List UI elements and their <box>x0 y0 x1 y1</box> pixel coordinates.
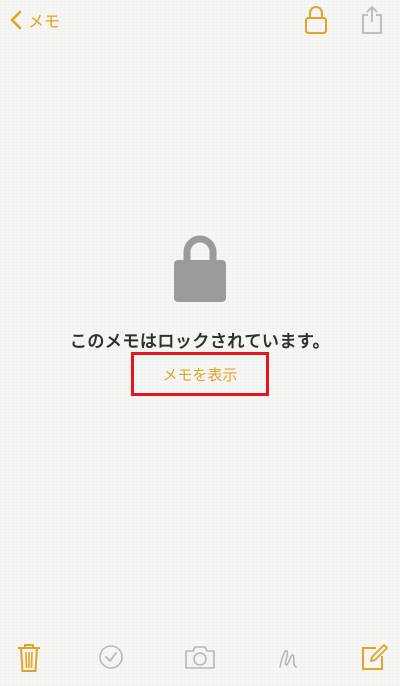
locked-message: このメモはロックされています。 <box>69 332 331 352</box>
camera-icon <box>185 646 215 669</box>
delete-button[interactable] <box>16 642 42 678</box>
checklist-icon <box>99 645 123 669</box>
lock-closed-icon <box>170 232 230 304</box>
bottom-toolbar <box>0 640 400 686</box>
sketch-button[interactable] <box>276 643 300 677</box>
show-note-label: メモを表示 <box>162 365 238 384</box>
trash-icon <box>18 644 40 672</box>
share-icon <box>362 6 382 34</box>
share-button[interactable] <box>358 2 386 36</box>
chevron-left-icon <box>10 10 22 30</box>
compose-icon <box>362 644 388 670</box>
compose-button[interactable] <box>360 642 388 676</box>
back-button[interactable]: メモ <box>10 6 60 34</box>
lock-open-icon <box>305 6 327 34</box>
back-label: メモ <box>28 12 61 31</box>
sketch-icon <box>279 649 297 668</box>
camera-button[interactable] <box>184 644 216 674</box>
lock-button[interactable] <box>303 4 329 36</box>
show-note-button[interactable]: メモを表示 <box>131 352 269 396</box>
checklist-button[interactable] <box>98 644 124 674</box>
navigation-bar: メモ <box>0 0 400 44</box>
